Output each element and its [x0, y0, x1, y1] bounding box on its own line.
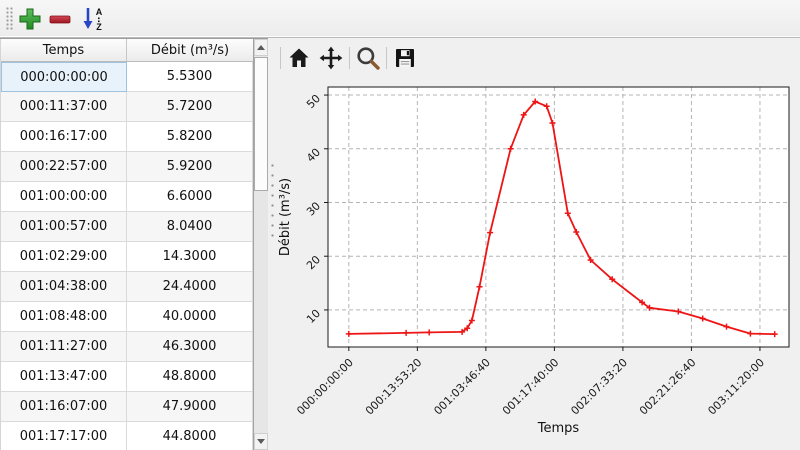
add-row-button[interactable]	[15, 4, 45, 34]
table-cell[interactable]: 5.5300	[127, 62, 253, 92]
minus-icon	[47, 6, 73, 32]
table-row[interactable]: 001:02:29:0014.3000	[1, 242, 253, 272]
table-row[interactable]: 001:00:00:006.6000	[1, 182, 253, 212]
y-axis-label: Débit (m³/s)	[278, 178, 293, 256]
table-cell[interactable]: 48.8000	[127, 362, 253, 392]
pan-icon	[318, 45, 344, 71]
table-cell[interactable]: 001:11:27:00	[1, 332, 127, 362]
data-table-panel: Temps Débit (m³/s) 000:00:00:005.5300000…	[0, 38, 268, 450]
arrow-up-icon	[257, 45, 265, 50]
table-row[interactable]: 001:11:27:0046.3000	[1, 332, 253, 362]
table-cell[interactable]: 5.8200	[127, 122, 253, 152]
table-body: 000:00:00:005.5300000:11:37:005.7200000:…	[1, 62, 253, 450]
flow-chart-canvas[interactable]: 000:00:00:00000:13:53:20001:03:46:40001:…	[278, 80, 800, 450]
table-row[interactable]: 001:00:57:008.0400	[1, 212, 253, 242]
table-cell[interactable]: 001:08:48:00	[1, 302, 127, 332]
table-cell[interactable]: 40.0000	[127, 302, 253, 332]
x-axis-label: Temps	[537, 421, 580, 436]
sort-letter-a: A	[96, 7, 103, 17]
table-cell[interactable]: 6.6000	[127, 182, 253, 212]
table-row[interactable]: 001:04:38:0024.4000	[1, 272, 253, 302]
main-toolbar: A Z	[0, 0, 800, 38]
sort-az-icon: A Z	[79, 5, 107, 33]
splitter-grip-icon	[271, 164, 275, 240]
table-cell[interactable]: 8.0400	[127, 212, 253, 242]
table-cell[interactable]: 001:04:38:00	[1, 272, 127, 302]
table-cell[interactable]: 001:17:17:00	[1, 422, 127, 450]
column-header-temps[interactable]: Temps	[1, 39, 127, 61]
table-row[interactable]: 001:17:17:0044.8000	[1, 422, 253, 450]
table-cell[interactable]: 5.9200	[127, 152, 253, 182]
table-row[interactable]: 001:13:47:0048.8000	[1, 362, 253, 392]
plus-icon	[17, 6, 43, 32]
zoom-button[interactable]	[353, 43, 383, 73]
table-cell[interactable]: 000:00:00:00	[1, 62, 127, 92]
table-cell[interactable]: 001:00:57:00	[1, 212, 127, 242]
table-row[interactable]: 001:16:07:0047.9000	[1, 392, 253, 422]
table-cell[interactable]: 001:00:00:00	[1, 182, 127, 212]
x-tick-label: 001:03:46:40	[431, 356, 493, 418]
x-tick-label: 001:17:40:00	[500, 356, 562, 418]
table-cell[interactable]: 001:02:29:00	[1, 242, 127, 272]
table-row[interactable]: 000:11:37:005.7200	[1, 92, 253, 122]
table-header: Temps Débit (m³/s)	[1, 39, 253, 62]
table-scrollbar[interactable]	[254, 39, 268, 450]
plot-area[interactable]	[328, 87, 789, 347]
sort-az-button[interactable]: A Z	[78, 4, 108, 34]
table-row[interactable]: 000:16:17:005.8200	[1, 122, 253, 152]
chart-toolbar	[278, 42, 421, 74]
toolbar-separator	[349, 47, 350, 69]
y-tick-label: 50	[304, 92, 323, 111]
zoom-icon	[355, 45, 381, 71]
table-row[interactable]: 001:08:48:0040.0000	[1, 302, 253, 332]
home-button[interactable]	[284, 43, 314, 73]
pan-button[interactable]	[316, 43, 346, 73]
remove-row-button[interactable]	[45, 4, 75, 34]
table-cell[interactable]: 46.3000	[127, 332, 253, 362]
arrow-down-icon	[257, 439, 265, 444]
scroll-down-button[interactable]	[254, 433, 268, 450]
x-tick-label: 002:21:26:40	[637, 356, 699, 418]
table-row[interactable]: 000:22:57:005.9200	[1, 152, 253, 182]
table-cell[interactable]: 44.8000	[127, 422, 253, 450]
x-tick-label: 000:13:53:20	[363, 356, 425, 418]
y-tick-label: 40	[304, 146, 323, 165]
scroll-up-button[interactable]	[254, 39, 268, 56]
y-tick-label: 20	[304, 253, 323, 272]
table-cell[interactable]: 5.7200	[127, 92, 253, 122]
table-cell[interactable]: 14.3000	[127, 242, 253, 272]
y-tick-label: 30	[304, 199, 323, 218]
chart-panel: 000:00:00:00000:13:53:20001:03:46:40001:…	[278, 38, 800, 450]
y-tick-label: 10	[304, 307, 323, 326]
toolbar-grip-handle[interactable]	[6, 7, 14, 31]
table-cell[interactable]: 001:13:47:00	[1, 362, 127, 392]
scrollbar-thumb[interactable]	[254, 57, 268, 191]
table-cell[interactable]: 000:11:37:00	[1, 92, 127, 122]
table-cell[interactable]: 24.4000	[127, 272, 253, 302]
column-header-debit[interactable]: Débit (m³/s)	[127, 39, 253, 61]
table-cell[interactable]: 47.9000	[127, 392, 253, 422]
x-tick-label: 000:00:00:00	[294, 356, 356, 418]
panel-splitter[interactable]	[268, 38, 278, 450]
table-cell[interactable]: 001:16:07:00	[1, 392, 127, 422]
table-cell[interactable]: 000:22:57:00	[1, 152, 127, 182]
save-icon	[393, 46, 417, 70]
x-tick-label: 003:11:20:00	[705, 356, 767, 418]
sort-letter-z: Z	[96, 22, 102, 32]
data-table: Temps Débit (m³/s) 000:00:00:005.5300000…	[0, 39, 254, 450]
toolbar-separator	[386, 47, 387, 69]
table-cell[interactable]: 000:16:17:00	[1, 122, 127, 152]
save-button[interactable]	[390, 43, 420, 73]
x-tick-label: 002:07:33:20	[568, 356, 630, 418]
table-row[interactable]: 000:00:00:005.5300	[1, 62, 253, 92]
home-icon	[287, 46, 311, 70]
toolbar-separator	[280, 47, 281, 69]
